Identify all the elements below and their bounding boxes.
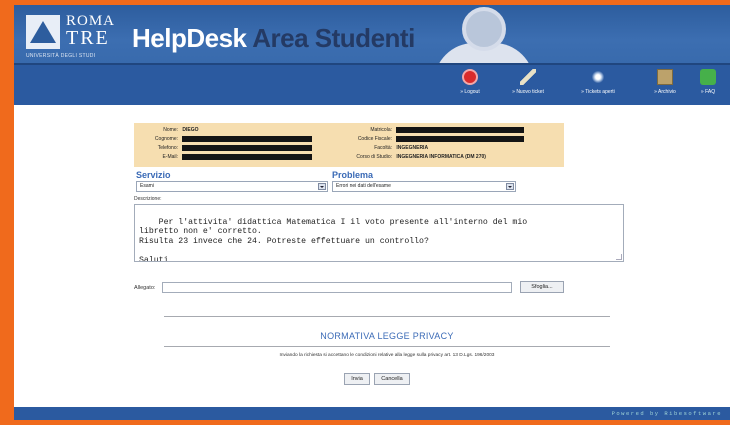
broom-icon [520,69,536,85]
facolta-label: Facoltà: [374,145,392,151]
invia-button[interactable]: Invia [344,373,370,385]
cancella-button[interactable]: Cancella [374,373,410,385]
powered-by-text: Powered by Ribesoftware [611,410,722,417]
faq-icon [700,69,716,85]
email-redacted [182,154,313,160]
nome-value: DIEGO [182,127,199,133]
university-logo [26,15,60,49]
problema-select[interactable]: Errori nei dati dell'esame [332,181,516,192]
cognome-redacted [182,136,313,142]
nav-logout[interactable]: » Logout [439,69,501,103]
nav-archive[interactable]: » Archivio [634,69,696,103]
nav-new-ticket-label: » Nuovo ticket [512,89,544,95]
servizio-select[interactable]: Esami [136,181,328,192]
logo-subtitle: UNIVERSITÀ DEGLI STUDI [26,53,96,59]
corso-value: INGEGNERIA INFORMATICA (DM 270) [396,154,486,160]
nav-archive-label: » Archivio [654,89,676,95]
app-window: ROMA TRE UNIVERSITÀ DEGLI STUDI HelpDesk… [14,5,730,420]
footer-bar: Powered by Ribesoftware [14,407,730,420]
app-title: HelpDesk Area Studenti [132,23,415,54]
nav-new-ticket[interactable]: » Nuovo ticket [497,69,559,103]
descrizione-text: Per l'attivita' didattica Matematica I i… [139,217,528,262]
divider-bottom [164,346,610,347]
nome-label: Nome: [163,127,178,133]
sparkle-icon [590,69,606,85]
sfoglia-button[interactable]: Sfoglia... [520,281,564,293]
archive-icon [657,69,673,85]
privacy-title: NORMATIVA LEGGE PRIVACY [320,331,454,341]
app-title-area: Area Studenti [252,23,415,53]
allegato-file-input[interactable] [162,282,512,293]
nav-logout-label: » Logout [460,89,480,95]
descrizione-textarea[interactable]: Per l'attivita' didattica Matematica I i… [134,204,624,262]
logo-tre-text: TRE [66,27,110,49]
facolta-value: INGEGNERIA [396,145,429,151]
student-info-panel: Nome: DIEGO Cognome: Telefono: E-Mail: M… [134,123,564,167]
nav-open-tickets-label: » Tickets aperti [581,89,615,95]
telefono-redacted [182,145,313,151]
nav-open-tickets[interactable]: » Tickets aperti [567,69,629,103]
nav-bar: » Logout » Nuovo ticket » Tickets aperti… [14,63,730,105]
servizio-heading: Servizio [136,170,171,180]
divider-top [164,316,610,317]
matricola-label: Matricola: [370,127,392,134]
chevron-down-icon[interactable] [318,183,326,190]
servizio-select-value: Esami [140,183,154,189]
telefono-label: Telefono: [157,145,178,152]
resize-grip-icon[interactable] [616,254,622,260]
allegato-label: Allegato: [134,285,156,291]
corso-label: Corso di Studio: [356,154,392,160]
descrizione-label: Descrizione: [134,196,162,202]
nav-faq[interactable]: » FAQ [688,69,728,103]
privacy-text: Inviando la richiesta si accettano le co… [279,353,495,358]
nav-faq-label: » FAQ [700,89,716,95]
email-label: E-Mail: [162,154,178,161]
matricola-redacted [396,127,525,133]
app-title-helpdesk: HelpDesk [132,23,247,53]
cognome-label: Cognome: [154,136,178,143]
codice-fiscale-redacted [396,136,525,142]
chevron-down-icon[interactable] [506,183,514,190]
power-icon [462,69,478,85]
codice-fiscale-label: Codice Fiscale: [357,136,392,143]
problema-heading: Problema [332,170,374,180]
problema-select-value: Errori nei dati dell'esame [336,183,391,189]
